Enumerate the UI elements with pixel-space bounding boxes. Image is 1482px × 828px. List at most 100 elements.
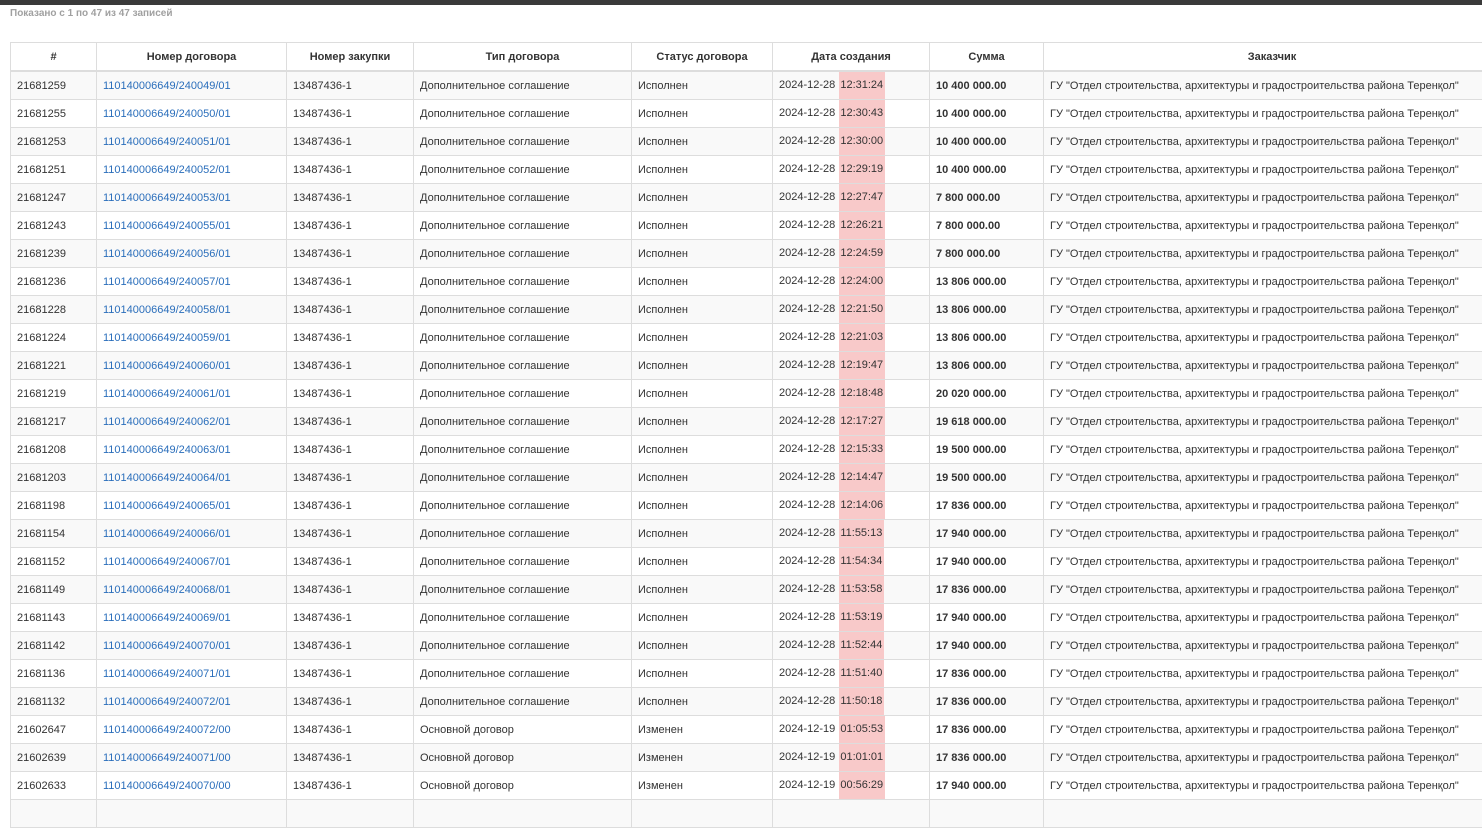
cell-sum: 20 020 000.00 [930, 380, 1044, 408]
cell-sum: 17 940 000.00 [930, 520, 1044, 548]
table-row: 21602633 110140006649/240070/00 13487436-1… [11, 772, 1482, 800]
cell-created-date: 2024-12-28 12:19:47 [773, 352, 930, 380]
cell-created-date: 2024-12-28 12:18:48 [773, 380, 930, 408]
cell-contract-number: 110140006649/240070/01 [97, 632, 287, 660]
cell-id: 21681221 [11, 352, 97, 380]
cell-created-date: 2024-12-28 11:53:19 [773, 604, 930, 632]
created-time-highlight: 12:26:21 [839, 212, 885, 239]
cell-customer: ГУ "Отдел строительства, архитектуры и г… [1044, 548, 1482, 576]
cell-purchase-number: 13487436-1 [287, 464, 414, 492]
created-date: 2024-12-28 [779, 639, 835, 651]
table-row: 21681132110140006649/240072/0113487436-1… [11, 688, 1482, 716]
cell-contract-number: 110140006649/240065/01 [97, 492, 287, 520]
cell-contract-status: Исполнен [632, 184, 773, 212]
cell-id: 21681253 [11, 128, 97, 156]
cell-purchase-number: 13487436-1 [287, 492, 414, 520]
cell-sum: 17 836 000.00 [930, 660, 1044, 688]
column-header-id[interactable]: # [11, 43, 97, 72]
cell-sum: 13 806 000.00 [930, 324, 1044, 352]
cell-contract-type: Дополнительное соглашение [414, 184, 632, 212]
created-date: 2024-12-28 [779, 135, 835, 147]
cell-created-date: 2024-12-28 12:15:33 [773, 436, 930, 464]
cell-contract-status: Исполнен [632, 436, 773, 464]
contract-number-link[interactable]: 110140006649/240061/01 [103, 388, 231, 400]
cell-id: 21602633 [11, 772, 97, 800]
contract-number-link[interactable]: 110140006649/240058/01 [103, 304, 231, 316]
contract-number-link[interactable]: 110140006649/240070/01 [103, 640, 231, 652]
cell-contract-type: Дополнительное соглашение [414, 604, 632, 632]
cell-id: 21681228 [11, 296, 97, 324]
contract-number-link[interactable]: 110140006649/240072/01 [103, 696, 231, 708]
contract-number-link[interactable]: 110140006649/240057/01 [103, 276, 231, 288]
cell-customer: ГУ "Отдел строительства, архитектуры и г… [1044, 156, 1482, 184]
contract-number-link[interactable]: 110140006649/240055/01 [103, 220, 231, 232]
contract-number-link[interactable]: 110140006649/240065/01 [103, 500, 231, 512]
contract-number-link[interactable]: 110140006649/240071/01 [103, 668, 231, 680]
cell-id: 21681152 [11, 548, 97, 576]
cell-contract-number: 110140006649/240049/01 [97, 71, 287, 100]
contract-number-link[interactable]: 110140006649/240049/01 [103, 80, 231, 92]
cell-customer: ГУ "Отдел строительства, архитектуры и г… [1044, 716, 1482, 744]
cell-customer: ГУ "Отдел строительства, архитектуры и г… [1044, 268, 1482, 296]
contract-number-link[interactable]: 110140006649/240062/01 [103, 416, 231, 428]
contract-number-link[interactable]: 110140006649/240071/00 [103, 752, 231, 764]
cell-contract-number: 110140006649/240072/01 [97, 688, 287, 716]
contract-number-link[interactable]: 110140006649/240068/01 [103, 584, 231, 596]
cell-contract-type: Дополнительное соглашение [414, 492, 632, 520]
column-header-contract-number[interactable]: Номер договора [97, 43, 287, 72]
cell-customer: ГУ "Отдел строительства, архитектуры и г… [1044, 184, 1482, 212]
cell-purchase-number: 13487436-1 [287, 772, 414, 800]
cell-id: 21681224 [11, 324, 97, 352]
table-row: 21681203110140006649/240064/0113487436-1… [11, 464, 1482, 492]
column-header-purchase-number[interactable]: Номер закупки [287, 43, 414, 72]
contract-number-link[interactable]: 110140006649/240052/01 [103, 164, 231, 176]
cell-sum: 17 940 000.00 [930, 548, 1044, 576]
cell-contract-type [414, 800, 632, 828]
cell-contract-status: Исполнен [632, 548, 773, 576]
contract-number-link[interactable]: 110140006649/240069/01 [103, 612, 231, 624]
contract-number-link[interactable]: 110140006649/240053/01 [103, 192, 231, 204]
contract-number-link[interactable]: 110140006649/240066/01 [103, 528, 231, 540]
table-row: 21681149110140006649/240068/0113487436-1… [11, 576, 1482, 604]
created-time-highlight: 12:19:47 [839, 352, 885, 379]
created-date: 2024-12-28 [779, 667, 835, 679]
cell-id: 21681143 [11, 604, 97, 632]
column-header-sum[interactable]: Сумма [930, 43, 1044, 72]
contract-number-link[interactable]: 110140006649/240060/01 [103, 360, 231, 372]
cell-contract-number: 110140006649/240066/01 [97, 520, 287, 548]
column-header-created-date[interactable]: Дата создания [773, 43, 930, 72]
created-time-highlight: 11:54:34 [839, 548, 884, 575]
created-date: 2024-12-28 [779, 415, 835, 427]
created-time-highlight: 12:29:19 [839, 156, 885, 183]
cell-id: 21681198 [11, 492, 97, 520]
created-time-highlight: 12:21:03 [839, 324, 885, 351]
contract-number-link[interactable]: 110140006649/240050/01 [103, 108, 231, 120]
cell-contract-status: Исполнен [632, 71, 773, 100]
cell-customer: ГУ "Отдел строительства, архитектуры и г… [1044, 604, 1482, 632]
cell-customer: ГУ "Отдел строительства, архитектуры и г… [1044, 464, 1482, 492]
created-time-highlight: 12:24:59 [839, 240, 885, 267]
column-header-contract-type[interactable]: Тип договора [414, 43, 632, 72]
cell-purchase-number: 13487436-1 [287, 436, 414, 464]
created-date: 2024-12-28 [779, 443, 835, 455]
contract-number-link[interactable]: 110140006649/240059/01 [103, 332, 231, 344]
contract-number-link[interactable]: 110140006649/240056/01 [103, 248, 231, 260]
contract-number-link[interactable]: 110140006649/240070/00 [103, 780, 231, 792]
contract-number-link[interactable]: 110140006649/240051/01 [103, 136, 231, 148]
cell-created-date: 2024-12-28 12:26:21 [773, 212, 930, 240]
created-date: 2024-12-28 [779, 387, 835, 399]
cell-sum: 7 800 000.00 [930, 212, 1044, 240]
cell-purchase-number: 13487436-1 [287, 212, 414, 240]
created-date: 2024-12-28 [779, 583, 835, 595]
cell-created-date: 2024-12-28 12:24:00 [773, 268, 930, 296]
column-header-customer[interactable]: Заказчик [1044, 43, 1482, 72]
cell-sum: 13 806 000.00 [930, 296, 1044, 324]
cell-contract-type: Дополнительное соглашение [414, 408, 632, 436]
contract-number-link[interactable]: 110140006649/240063/01 [103, 444, 231, 456]
contract-number-link[interactable]: 110140006649/240064/01 [103, 472, 231, 484]
cell-contract-number: 110140006649/240062/01 [97, 408, 287, 436]
contract-number-link[interactable]: 110140006649/240067/01 [103, 556, 231, 568]
cell-sum: 17 836 000.00 [930, 576, 1044, 604]
column-header-contract-status[interactable]: Статус договора [632, 43, 773, 72]
contract-number-link[interactable]: 110140006649/240072/00 [103, 724, 231, 736]
